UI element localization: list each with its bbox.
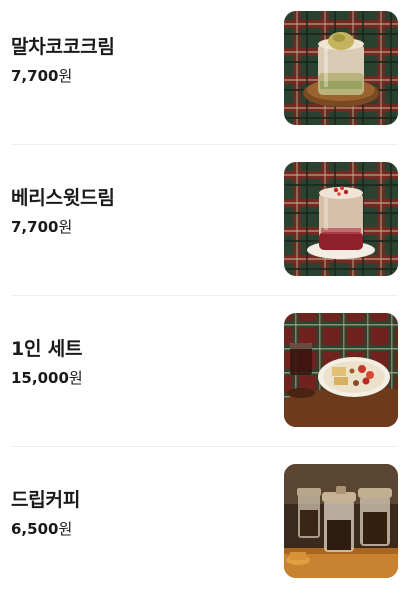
menu-item-price: 15,000원 — [11, 369, 83, 387]
currency-unit: 원 — [58, 67, 73, 85]
menu-item-text: 말차코코크림 7,700원 — [11, 36, 115, 85]
matcha-coconut-cream-drink-photo[interactable] — [284, 11, 398, 125]
menu-item-drip-coffee[interactable]: 드립커피 6,500원 — [0, 453, 402, 604]
currency-unit: 원 — [58, 520, 73, 538]
currency-unit: 원 — [68, 369, 83, 387]
price-value: 15,000 — [11, 369, 69, 387]
matcha-drink-illustration — [284, 11, 398, 125]
divider — [11, 446, 398, 447]
menu-item-price: 7,700원 — [11, 218, 115, 236]
price-value: 6,500 — [11, 520, 59, 538]
price-value: 7,700 — [11, 218, 59, 236]
set-plate-illustration — [284, 313, 398, 427]
menu-item-single-set[interactable]: 1인 세트 15,000원 — [0, 302, 402, 453]
menu-item-text: 1인 세트 15,000원 — [11, 338, 83, 387]
menu-item-name: 베리스윗드림 — [11, 187, 115, 209]
coffee-jars-illustration — [284, 464, 398, 578]
currency-unit: 원 — [58, 218, 73, 236]
menu-item-price: 7,700원 — [11, 67, 115, 85]
single-set-plate-photo[interactable] — [284, 313, 398, 427]
menu-item-text: 베리스윗드림 7,700원 — [11, 187, 115, 236]
menu-item-name: 드립커피 — [11, 489, 81, 511]
divider — [11, 144, 398, 145]
menu-item-berry-sweet-dream[interactable]: 베리스윗드림 7,700원 — [0, 151, 402, 302]
berry-sweet-dream-drink-photo[interactable] — [284, 162, 398, 276]
menu-item-name: 말차코코크림 — [11, 36, 115, 58]
menu-item-price: 6,500원 — [11, 520, 80, 538]
drip-coffee-jars-photo[interactable] — [284, 464, 398, 578]
menu-item-text: 드립커피 6,500원 — [11, 489, 80, 538]
berry-drink-illustration — [284, 162, 398, 276]
divider — [11, 295, 398, 296]
menu-item-name: 1인 세트 — [11, 338, 83, 360]
menu-item-matcha-coconut-cream[interactable]: 말차코코크림 7,700원 — [0, 0, 402, 151]
menu-list: 말차코코크림 7,700원 베리스윗드림 7,700원 1인 세트 15,000… — [0, 0, 402, 589]
price-value: 7,700 — [11, 67, 59, 85]
